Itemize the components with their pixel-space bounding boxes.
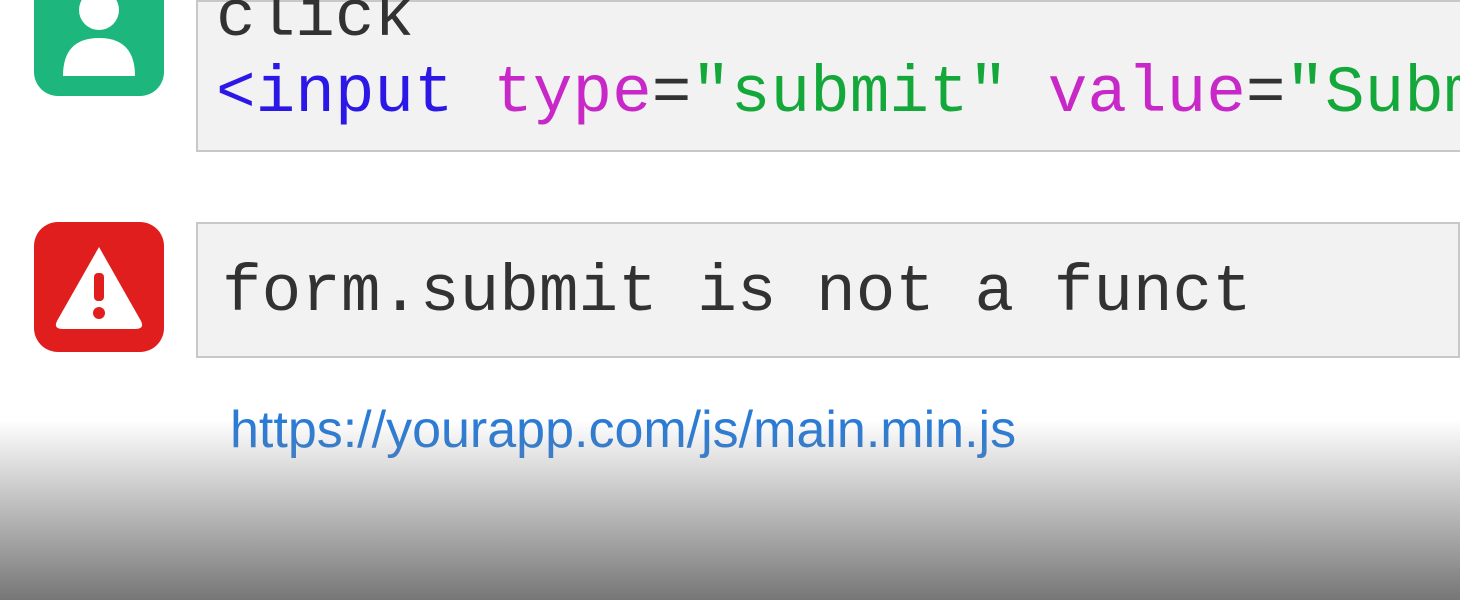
attr-quote: " [969,56,1009,131]
equals-sign: = [1246,56,1286,131]
action-row: click <input type="submit" value="Subm [0,0,1460,152]
html-tag: <input [216,56,454,131]
attr-type-value: submit [731,56,969,131]
equals-sign: = [652,56,692,131]
attr-quote: " [1285,56,1325,131]
code-block: click <input type="submit" value="Subm [196,0,1460,152]
error-block: form.submit is not a funct [196,222,1460,358]
error-message: form.submit is not a funct [222,255,1252,330]
attr-type-name: type [493,56,651,131]
attr-value-value: Subm [1325,56,1460,131]
user-icon [34,0,164,96]
source-url-link[interactable]: https://yourapp.com/js/main.min.js [230,401,1016,459]
attr-value-name: value [1048,56,1246,131]
error-row: form.submit is not a funct [0,222,1460,358]
warning-icon [34,222,164,352]
event-label: click [216,0,414,55]
attr-quote: " [691,56,731,131]
source-row: https://yourapp.com/js/main.min.js [230,400,1460,460]
